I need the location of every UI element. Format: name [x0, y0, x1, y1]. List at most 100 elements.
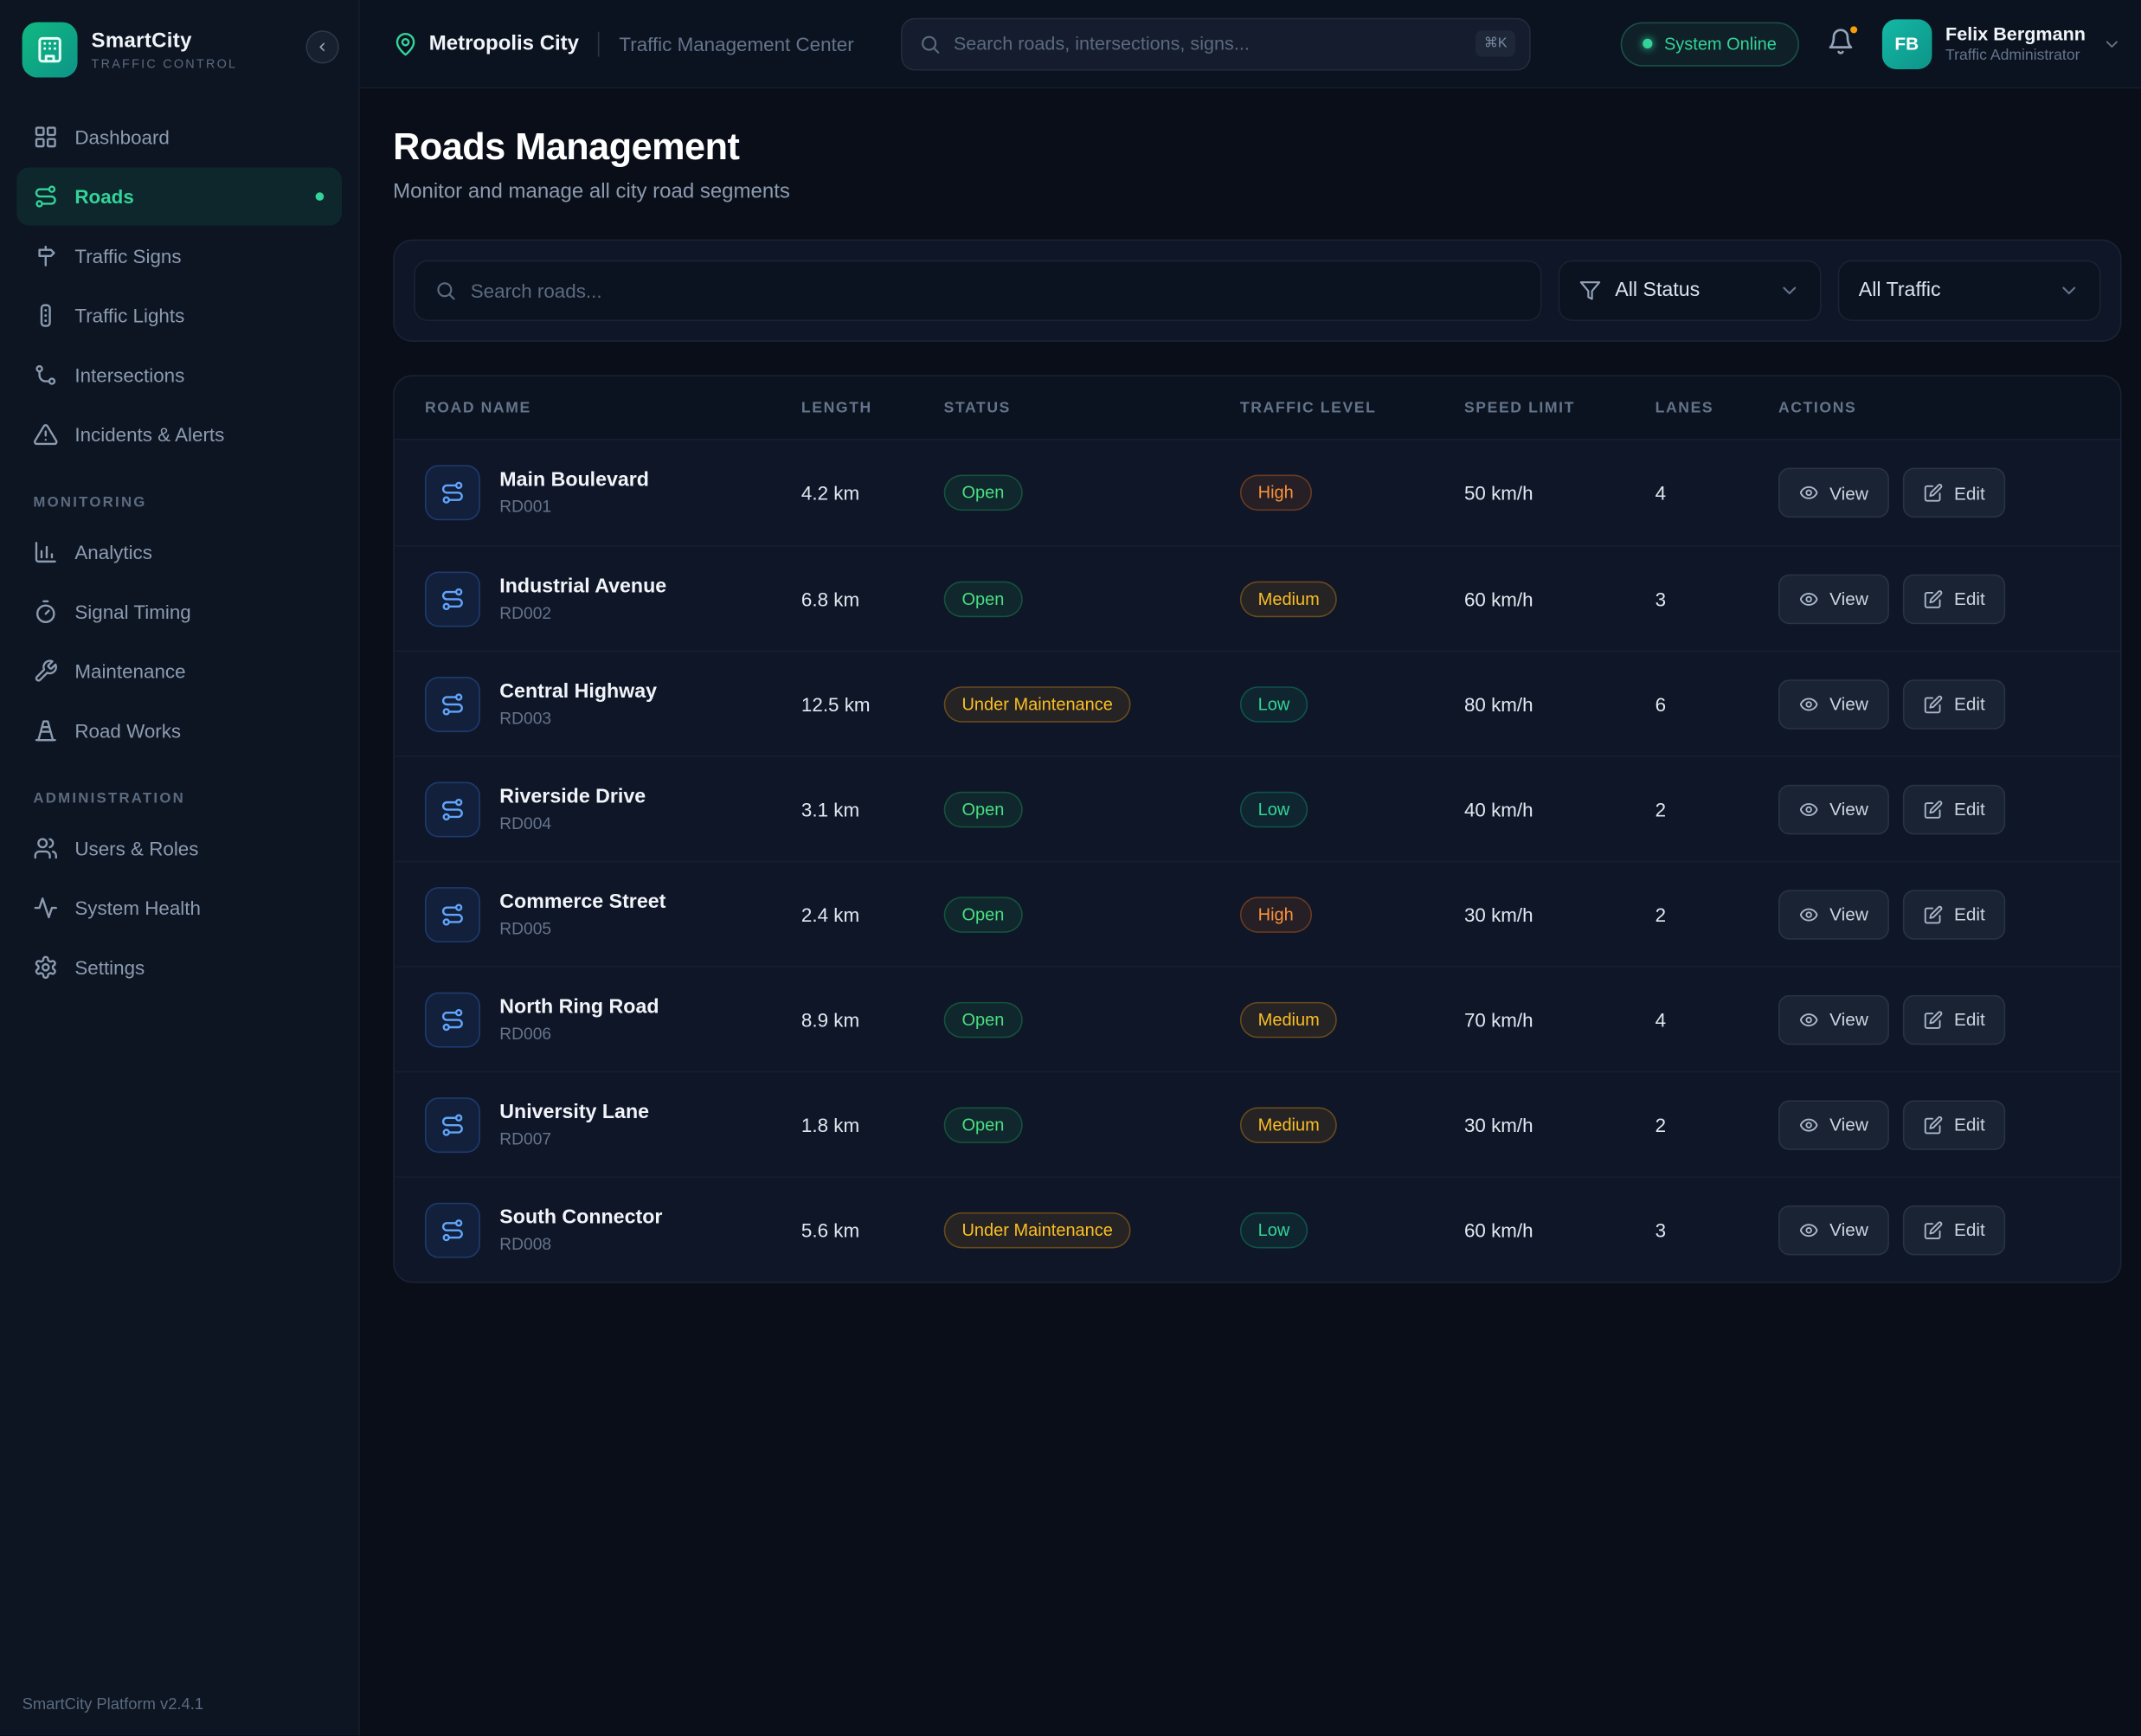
status-badge: Open — [944, 791, 1023, 827]
global-search-input[interactable] — [954, 33, 1463, 54]
view-button[interactable]: View — [1778, 994, 1889, 1045]
speed-limit: 30 km/h — [1464, 903, 1656, 925]
view-button[interactable]: View — [1778, 1205, 1889, 1255]
sidebar-item-roads[interactable]: Roads — [16, 168, 342, 226]
col-actions: ACTIONS — [1778, 399, 2090, 415]
lanes: 4 — [1656, 1008, 1778, 1031]
sidebar-item-intersections[interactable]: Intersections — [16, 346, 342, 404]
view-button[interactable]: View — [1778, 678, 1889, 729]
table-row: North Ring Road RD006 8.9 km Open Medium… — [395, 966, 2120, 1071]
sidebar-item-label: Analytics — [74, 541, 152, 563]
col-road-name: ROAD NAME — [425, 399, 801, 415]
sidebar-item-traffic-signs[interactable]: Traffic Signs — [16, 227, 342, 285]
status-filter-dropdown[interactable]: All Status — [1559, 260, 1822, 321]
view-button[interactable]: View — [1778, 784, 1889, 834]
edit-button[interactable]: Edit — [1903, 889, 2006, 939]
row-actions: View Edit — [1778, 784, 2090, 834]
road-name: Main Boulevard — [499, 469, 649, 492]
row-actions: View Edit — [1778, 678, 2090, 729]
view-button[interactable]: View — [1778, 574, 1889, 624]
sidebar-item-label: Traffic Lights — [74, 305, 184, 327]
sidebar-item-incidents-alerts[interactable]: Incidents & Alerts — [16, 406, 342, 464]
table-row: University Lane RD007 1.8 km Open Medium… — [395, 1071, 2120, 1177]
traffic-badge: High — [1240, 896, 1312, 932]
edit-icon — [1924, 1010, 1943, 1029]
sidebar-item-road-works[interactable]: Road Works — [16, 702, 342, 760]
global-search[interactable]: ⌘K — [901, 17, 1531, 70]
view-button[interactable]: View — [1778, 468, 1889, 518]
row-actions: View Edit — [1778, 574, 2090, 624]
alert-triangle-icon — [33, 422, 58, 447]
speed-limit: 40 km/h — [1464, 798, 1656, 820]
traffic-badge: Low — [1240, 685, 1308, 722]
route-icon — [33, 184, 58, 209]
speed-limit: 50 km/h — [1464, 482, 1656, 505]
road-id: RD006 — [499, 1024, 659, 1043]
brand-name: SmartCity — [92, 29, 238, 53]
sidebar-item-users-roles[interactable]: Users & Roles — [16, 820, 342, 878]
road-length: 1.8 km — [801, 1114, 944, 1136]
location-pin-icon — [393, 31, 418, 56]
route-icon — [425, 781, 480, 837]
eye-icon — [1799, 1010, 1818, 1029]
sidebar-item-system-health[interactable]: System Health — [16, 878, 342, 936]
edit-button[interactable]: Edit — [1903, 468, 2006, 518]
sidebar-collapse-button[interactable] — [305, 30, 338, 63]
edit-icon — [1924, 694, 1943, 713]
status-label: System Online — [1664, 34, 1777, 53]
main-content: Roads Management Monitor and manage all … — [360, 88, 2141, 1736]
edit-button[interactable]: Edit — [1903, 784, 2006, 834]
roads-search-input[interactable] — [471, 280, 1521, 302]
sidebar-header: SmartCity TRAFFIC CONTROL — [0, 0, 358, 94]
user-role: Traffic Administrator — [1945, 47, 2086, 63]
col-status: STATUS — [944, 399, 1240, 415]
traffic-filter-value: All Traffic — [1859, 280, 1941, 302]
route-icon — [425, 1202, 480, 1257]
edit-button[interactable]: Edit — [1903, 678, 2006, 729]
edit-button[interactable]: Edit — [1903, 1100, 2006, 1150]
route-icon — [425, 676, 480, 731]
col-length: LENGTH — [801, 399, 944, 415]
table-row: Riverside Drive RD004 3.1 km Open Low 40… — [395, 755, 2120, 861]
edit-button[interactable]: Edit — [1903, 994, 2006, 1045]
eye-icon — [1799, 1220, 1818, 1239]
traffic-badge: Medium — [1240, 581, 1338, 617]
eye-icon — [1799, 694, 1818, 713]
traffic-badge: Medium — [1240, 1001, 1338, 1038]
edit-icon — [1924, 1220, 1943, 1239]
view-button[interactable]: View — [1778, 889, 1889, 939]
filters-card: All Status All Traffic — [393, 240, 2121, 342]
edit-button[interactable]: Edit — [1903, 574, 2006, 624]
roads-search[interactable] — [414, 260, 1541, 321]
road-name-cell: South Connector RD008 — [425, 1202, 801, 1257]
roads-table: ROAD NAME LENGTH STATUS TRAFFIC LEVEL SP… — [393, 375, 2121, 1283]
table-header: ROAD NAME LENGTH STATUS TRAFFIC LEVEL SP… — [395, 376, 2120, 440]
sidebar-item-signal-timing[interactable]: Signal Timing — [16, 582, 342, 640]
sidebar-item-dashboard[interactable]: Dashboard — [16, 108, 342, 166]
sidebar-item-analytics[interactable]: Analytics — [16, 523, 342, 581]
sidebar-item-label: Signal Timing — [74, 601, 190, 623]
edit-button[interactable]: Edit — [1903, 1205, 2006, 1255]
col-speed-limit: SPEED LIMIT — [1464, 399, 1656, 415]
settings-icon — [33, 955, 58, 980]
table-row: South Connector RD008 5.6 km Under Maint… — [395, 1176, 2120, 1282]
sidebar-item-traffic-lights[interactable]: Traffic Lights — [16, 286, 342, 344]
sidebar-item-label: Traffic Signs — [74, 245, 181, 267]
user-menu[interactable]: FB Felix Bergmann Traffic Administrator — [1881, 19, 2121, 69]
notifications-button[interactable] — [1823, 25, 1856, 62]
sidebar-item-settings[interactable]: Settings — [16, 938, 342, 996]
road-name: North Ring Road — [499, 996, 659, 1019]
page-subtitle: Monitor and manage all city road segment… — [393, 180, 2121, 203]
sidebar-item-label: Intersections — [74, 364, 184, 387]
traffic-badge: Low — [1240, 791, 1308, 827]
road-name-cell: Main Boulevard RD001 — [425, 465, 801, 520]
view-button[interactable]: View — [1778, 1100, 1889, 1150]
eye-icon — [1799, 588, 1818, 608]
sidebar-item-maintenance[interactable]: Maintenance — [16, 642, 342, 700]
lanes: 4 — [1656, 482, 1778, 505]
road-name-cell: Central Highway RD003 — [425, 676, 801, 731]
building-icon — [35, 35, 65, 65]
traffic-filter-dropdown[interactable]: All Traffic — [1838, 260, 2101, 321]
activity-icon — [33, 896, 58, 921]
sidebar-item-label: Incidents & Alerts — [74, 423, 224, 446]
